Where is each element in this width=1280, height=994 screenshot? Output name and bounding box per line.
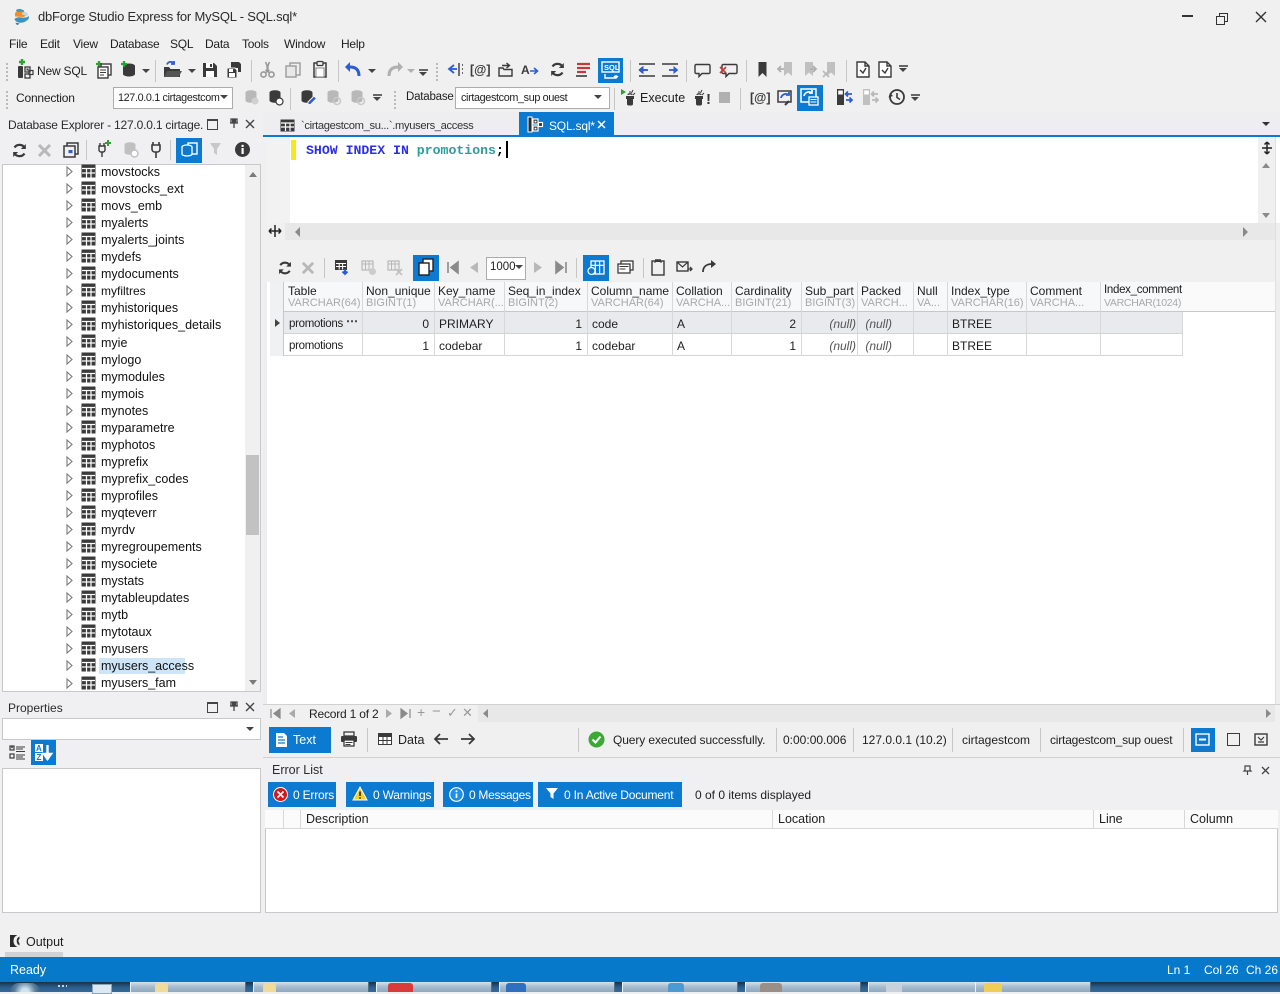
svg-text:A: A <box>36 744 42 753</box>
svg-text:!: ! <box>706 91 711 108</box>
svg-text:Z: Z <box>37 753 42 762</box>
svg-text:SQL: SQL <box>604 63 620 72</box>
svg-text:A: A <box>521 63 530 77</box>
